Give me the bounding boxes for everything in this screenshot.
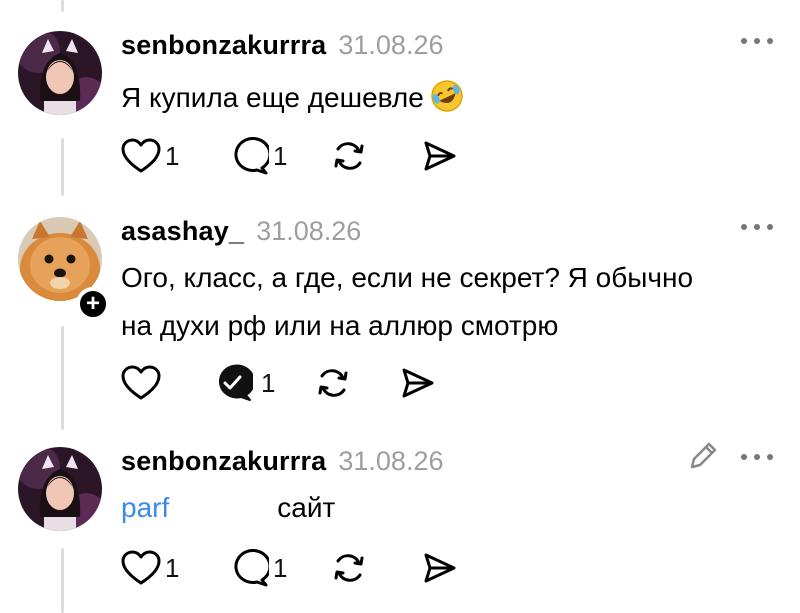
post-text-line-1: Ого, класс, а где, если не секрет? Я обы… (121, 262, 694, 293)
thread-line-1 (61, 138, 64, 196)
share-button[interactable] (399, 363, 435, 403)
reply-button[interactable]: 1 (229, 548, 287, 588)
reply-count: 1 (261, 367, 276, 398)
reply-button[interactable]: 1 (213, 363, 275, 403)
rolling-on-floor-laughing-emoji-icon (430, 79, 464, 126)
post-text: Я купила еще дешевле (121, 75, 464, 126)
heart-icon (121, 365, 161, 400)
like-button[interactable]: 1 (121, 548, 179, 588)
post-text-line-2: на духи рф или на аллюр смотрю (121, 310, 559, 341)
more-dots-icon[interactable] (740, 36, 774, 46)
thread-line-2 (61, 326, 64, 430)
comment-icon (234, 137, 269, 175)
send-icon (402, 368, 434, 398)
site-link[interactable]: parf (121, 492, 169, 523)
follow-button[interactable]: + (76, 287, 110, 321)
thread-line-3 (61, 548, 64, 613)
timestamp: 31.08.26 (338, 445, 444, 476)
send-icon (424, 553, 456, 583)
repost-icon (334, 142, 364, 170)
comment-icon (234, 549, 269, 587)
like-count: 1 (165, 552, 180, 583)
repost-button[interactable] (331, 548, 367, 588)
heart-icon (121, 550, 161, 585)
like-count: 1 (165, 140, 180, 171)
pencil-icon[interactable] (684, 437, 722, 475)
post-text-content: сайт (277, 492, 336, 523)
reply-count: 1 (273, 140, 288, 171)
username[interactable]: senbonzakurrra (121, 446, 326, 477)
more-dots-icon[interactable] (740, 452, 774, 462)
like-button[interactable]: 1 (121, 136, 179, 176)
repost-icon (334, 554, 364, 582)
avatar[interactable] (18, 31, 102, 115)
share-button[interactable] (421, 548, 457, 588)
like-button[interactable] (121, 363, 165, 403)
repost-button[interactable] (315, 363, 351, 403)
avatar[interactable] (18, 447, 102, 531)
repost-icon (318, 369, 348, 397)
timestamp: 31.08.26 (338, 29, 444, 60)
thread-line-top (61, 0, 64, 12)
repost-button[interactable] (331, 136, 367, 176)
username[interactable]: senbonzakurrra (121, 30, 326, 61)
username[interactable]: asashay_ (121, 216, 244, 247)
post-text-content: Я купила еще дешевле (121, 82, 424, 113)
heart-icon (121, 138, 161, 173)
reply-count: 1 (273, 552, 288, 583)
timestamp: 31.08.26 (256, 215, 362, 246)
more-dots-icon[interactable] (740, 222, 774, 232)
send-icon (424, 141, 456, 171)
reply-button[interactable]: 1 (229, 136, 287, 176)
share-button[interactable] (421, 136, 457, 176)
comment-check-icon (218, 364, 253, 401)
post-text: parf сайт (121, 485, 335, 530)
